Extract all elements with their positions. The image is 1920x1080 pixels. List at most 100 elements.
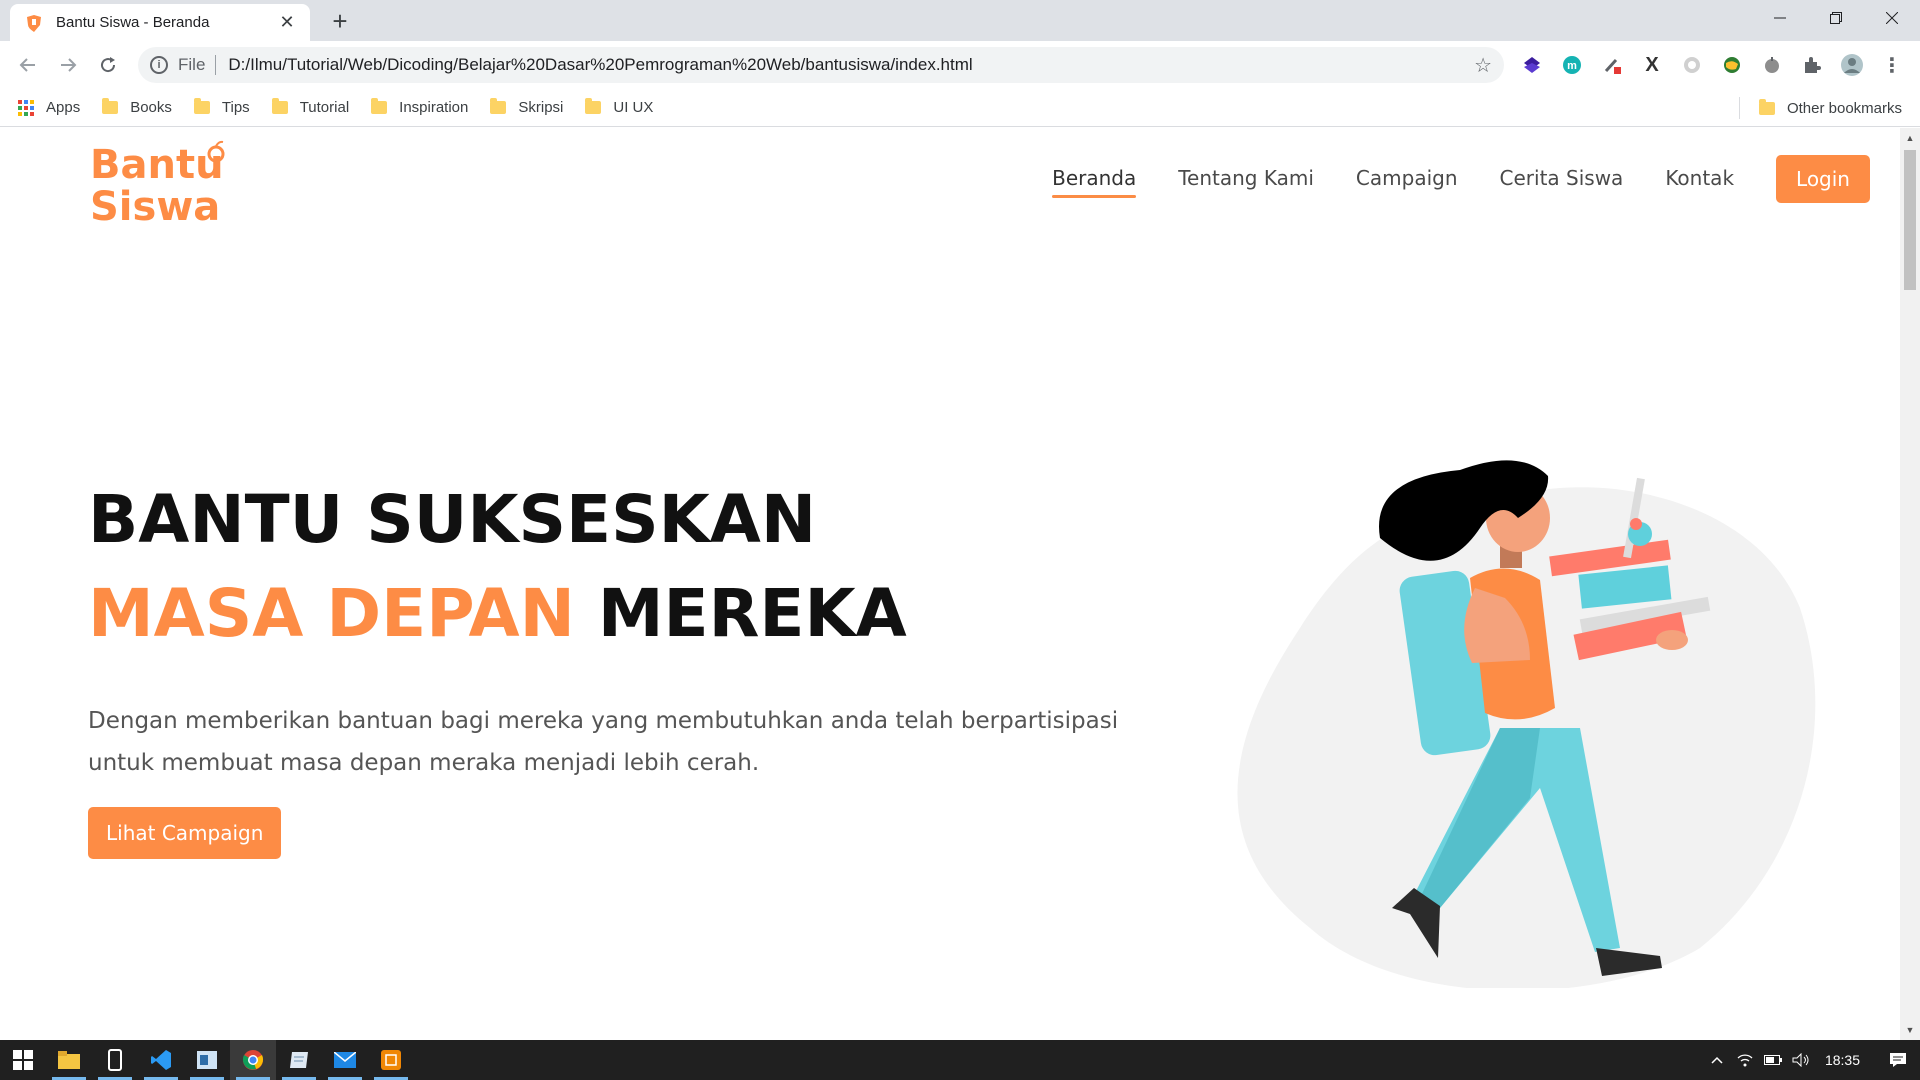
scroll-down-arrow-icon[interactable]: ▼ <box>1900 1022 1920 1038</box>
reload-icon <box>101 57 116 73</box>
windows-taskbar: 18:35 <box>0 1040 1920 1080</box>
window-app-icon <box>197 1051 217 1069</box>
tab-close-icon[interactable]: ✕ <box>276 12 298 33</box>
windows-logo-icon <box>13 1050 33 1070</box>
taskbar-file-explorer[interactable] <box>46 1040 92 1080</box>
notifications-icon[interactable] <box>1876 1052 1920 1068</box>
arrow-left-icon <box>19 58 35 72</box>
device-icon <box>108 1049 122 1071</box>
bookmark-star-icon[interactable]: ☆ <box>1474 53 1492 78</box>
taskbar-vscode[interactable] <box>138 1040 184 1080</box>
wifi-icon[interactable] <box>1731 1053 1759 1067</box>
taskbar-drawio[interactable] <box>368 1040 414 1080</box>
nav-kontak[interactable]: Kontak <box>1665 166 1734 198</box>
nav-cerita-siswa[interactable]: Cerita Siswa <box>1500 166 1624 198</box>
main-nav: Beranda Tentang Kami Campaign Cerita Sis… <box>1010 155 1870 203</box>
taskbar-window-app[interactable] <box>184 1040 230 1080</box>
tab-title: Bantu Siswa - Beranda <box>56 14 210 31</box>
bookmarks-bar: Apps Books Tips Tutorial Inspiration Skr… <box>0 89 1920 127</box>
nav-campaign[interactable]: Campaign <box>1356 166 1458 198</box>
folder-icon <box>490 98 507 114</box>
show-hidden-icons-icon[interactable] <box>1703 1056 1731 1064</box>
extension-eyedropper-icon[interactable] <box>1598 51 1626 79</box>
hero-heading: BANTU SUKSESKAN MASA DEPAN MEREKA <box>88 473 907 661</box>
arrow-right-icon <box>61 58 77 72</box>
bookmark-books[interactable]: Books <box>102 98 172 116</box>
file-explorer-icon <box>58 1051 80 1069</box>
bookmark-label: Apps <box>46 99 81 116</box>
extension-icons: m X ⋮ <box>1518 51 1906 79</box>
nav-tentang-kami[interactable]: Tentang Kami <box>1178 166 1314 198</box>
reload-button[interactable] <box>94 51 122 79</box>
scroll-up-arrow-icon[interactable]: ▲ <box>1900 130 1920 146</box>
minimize-button[interactable] <box>1752 0 1808 36</box>
extension-m-icon[interactable]: m <box>1558 51 1586 79</box>
folder-icon <box>193 98 210 114</box>
bookmark-apps[interactable]: Apps <box>18 99 80 116</box>
extensions-puzzle-icon[interactable] <box>1798 51 1826 79</box>
close-window-button[interactable] <box>1864 0 1920 36</box>
nav-beranda[interactable]: Beranda <box>1052 166 1137 198</box>
folder-icon <box>371 98 388 114</box>
url-text[interactable]: D:/Ilmu/Tutorial/Web/Dicoding/Belajar%20… <box>228 55 1474 75</box>
extension-globe-icon[interactable] <box>1718 51 1746 79</box>
volume-icon[interactable] <box>1787 1053 1815 1067</box>
page-viewport: Bantu Siswa Beranda Tentang Kami Campaig… <box>0 128 1900 1040</box>
folder-icon <box>585 98 602 114</box>
lihat-campaign-button[interactable]: Lihat Campaign <box>88 807 282 859</box>
drawio-icon <box>381 1050 401 1070</box>
close-icon <box>1886 12 1898 24</box>
bookmark-inspiration[interactable]: Inspiration <box>371 98 468 116</box>
taskbar-calculator[interactable] <box>92 1040 138 1080</box>
bookmark-skripsi[interactable]: Skripsi <box>490 98 564 116</box>
folder-icon <box>1758 98 1775 115</box>
page-scrollbar[interactable]: ▲ ▼ <box>1900 128 1920 1040</box>
bantu-siswa-favicon-icon <box>27 14 41 32</box>
extension-circle-icon[interactable] <box>1678 51 1706 79</box>
folder-icon <box>102 98 119 114</box>
bookmark-tutorial[interactable]: Tutorial <box>271 98 349 116</box>
extension-x-icon[interactable]: X <box>1638 51 1666 79</box>
taskbar-notes[interactable] <box>276 1040 322 1080</box>
apps-grid-icon <box>18 99 34 116</box>
folder-icon <box>271 98 288 114</box>
restore-button[interactable] <box>1808 0 1864 36</box>
logo-word-bantu: Bantu <box>90 142 224 188</box>
site-info-icon[interactable]: i <box>150 56 168 74</box>
forward-button[interactable] <box>54 51 82 79</box>
battery-icon[interactable] <box>1759 1055 1787 1065</box>
address-bar[interactable]: i File D:/Ilmu/Tutorial/Web/Dicoding/Bel… <box>138 47 1504 83</box>
bookmark-label: UI UX <box>613 99 654 116</box>
bookmark-label: Skripsi <box>518 99 564 116</box>
svg-text:m: m <box>1567 60 1577 72</box>
browser-menu-icon[interactable]: ⋮ <box>1878 51 1906 79</box>
taskbar-mail[interactable] <box>322 1040 368 1080</box>
bookmark-other[interactable]: Other bookmarks <box>1758 89 1902 127</box>
hero-paragraph: Dengan memberikan bantuan bagi mereka ya… <box>88 708 1119 776</box>
url-scheme: File <box>178 55 206 74</box>
browser-tab[interactable]: Bantu Siswa - Beranda ✕ <box>10 4 310 41</box>
bookmark-ui-ux[interactable]: UI UX <box>585 98 654 116</box>
hero-accent: MASA DEPAN <box>88 575 575 652</box>
other-bookmarks-label: Other bookmarks <box>1786 99 1902 117</box>
bookmark-tips[interactable]: Tips <box>193 98 250 116</box>
bantu-siswa-logo[interactable]: Bantu Siswa <box>88 140 238 226</box>
browser-tab-bar: Bantu Siswa - Beranda ✕ + <box>0 0 1920 41</box>
extension-tomato-icon[interactable] <box>1758 51 1786 79</box>
new-tab-button[interactable]: + <box>325 7 355 37</box>
bookmark-label: Tips <box>221 99 250 116</box>
login-button[interactable]: Login <box>1776 155 1870 203</box>
start-button[interactable] <box>0 1040 46 1080</box>
window-controls <box>1752 0 1920 36</box>
bookmarks-divider <box>1739 97 1740 119</box>
taskbar-clock[interactable]: 18:35 <box>1825 1052 1860 1068</box>
minimize-icon <box>1774 17 1786 19</box>
back-button[interactable] <box>14 51 42 79</box>
extension-stack-icon[interactable] <box>1518 51 1546 79</box>
vscode-icon <box>151 1050 171 1070</box>
profile-avatar[interactable] <box>1838 51 1866 79</box>
url-divider <box>215 55 217 75</box>
hero-line-2-rest: MEREKA <box>597 575 907 652</box>
scroll-thumb[interactable] <box>1904 150 1916 290</box>
taskbar-chrome[interactable] <box>230 1040 276 1080</box>
